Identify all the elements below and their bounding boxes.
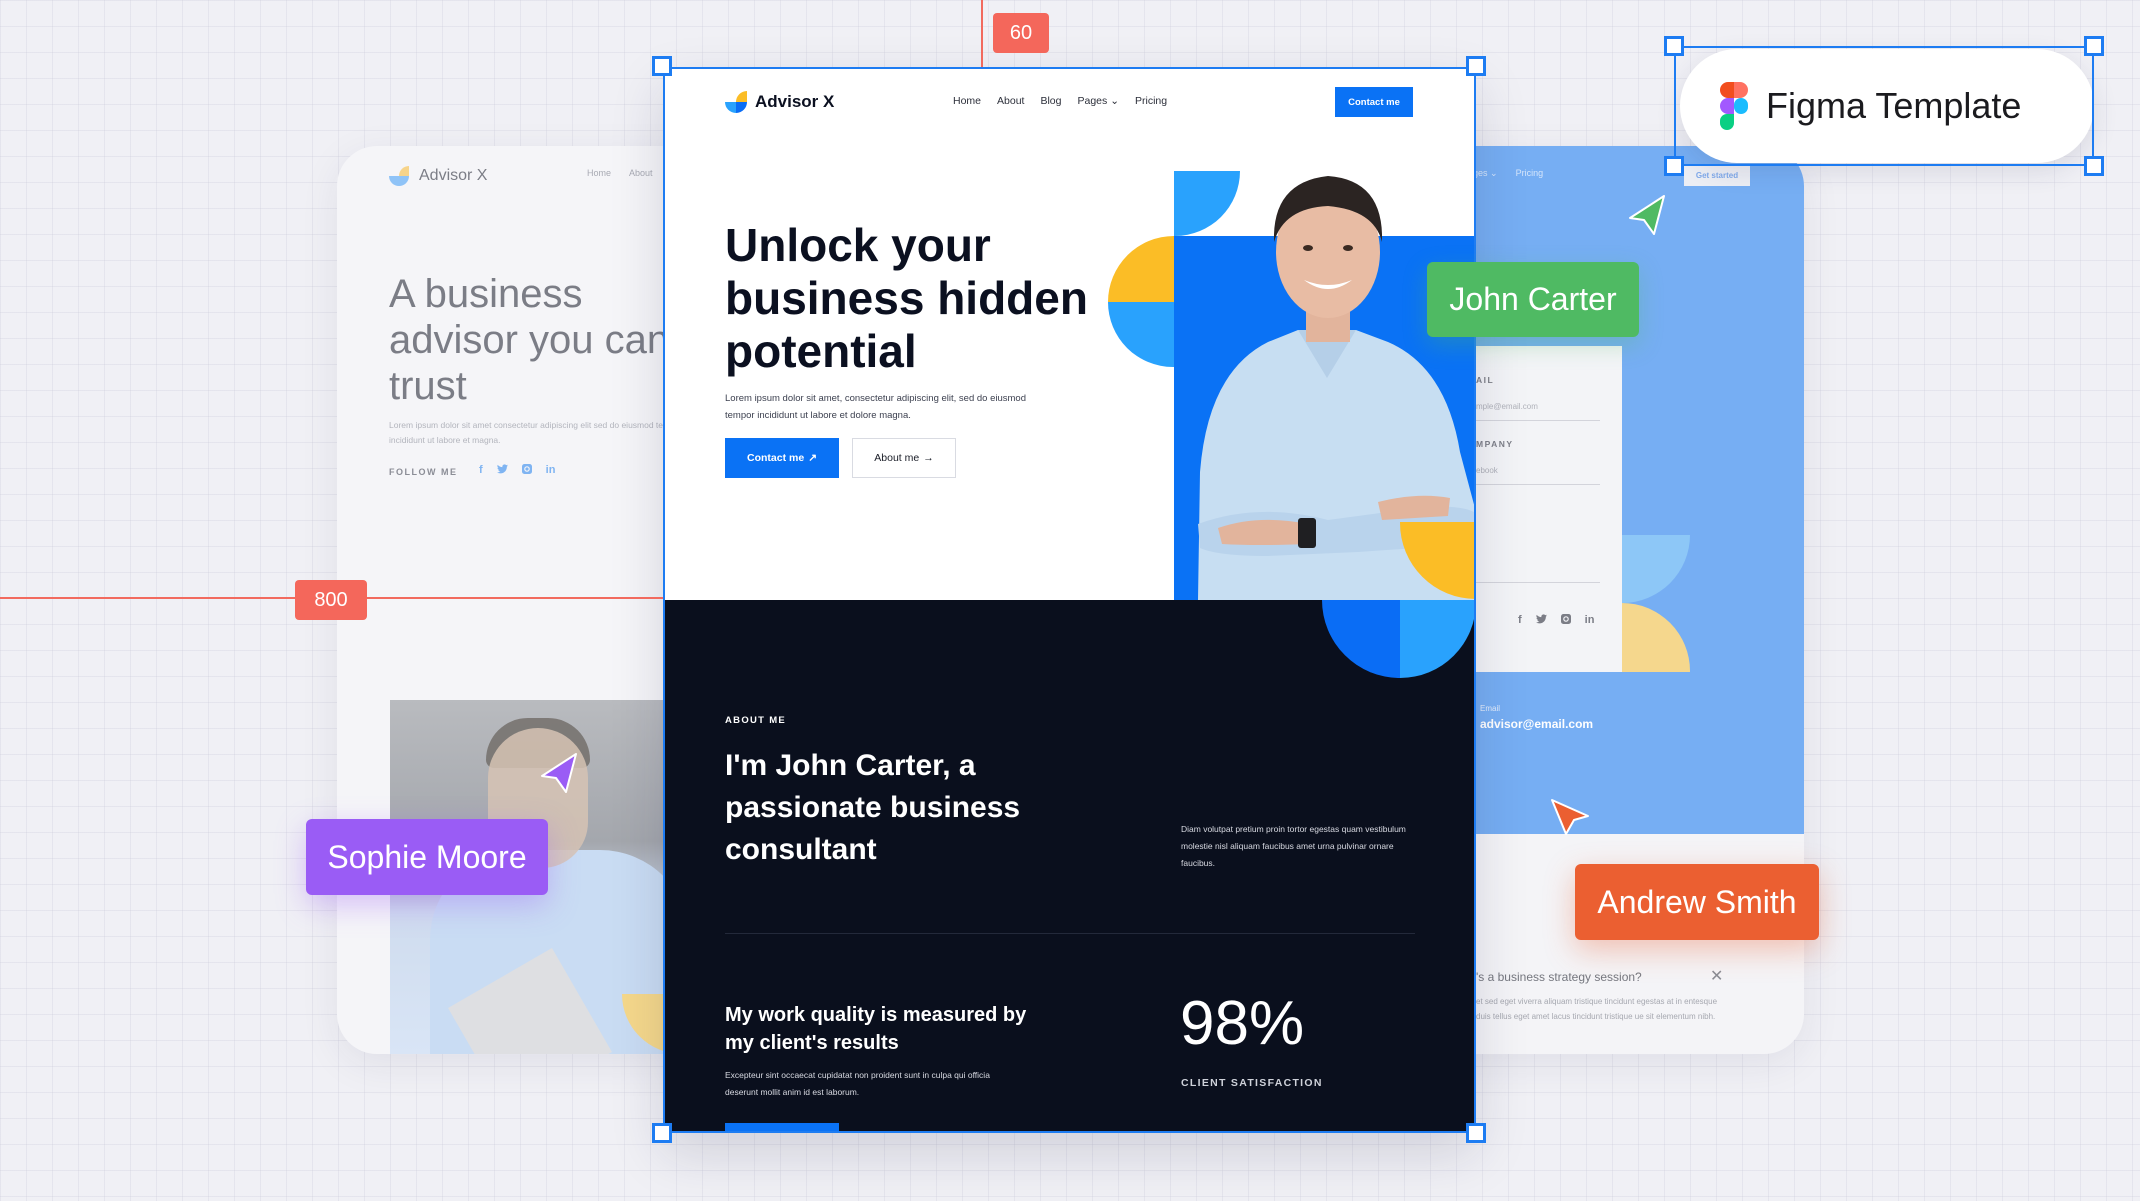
cursor-arrow-icon (1629, 195, 1665, 235)
nav-pages[interactable]: Pages ⌄ (1077, 95, 1119, 107)
left-card-nav-about[interactable]: About (629, 168, 653, 178)
twitter-icon[interactable] (1535, 614, 1547, 627)
email-field[interactable]: mple@email.com (1476, 402, 1538, 411)
resize-handle-top-right[interactable] (2084, 36, 2104, 56)
nav-contact-button[interactable]: Contact me (1335, 87, 1413, 117)
faq-answer: et sed eget viverra aliquam tristique ti… (1476, 997, 1718, 1021)
chevron-down-icon: ⌄ (1490, 168, 1498, 178)
email-field-label: AIL (1476, 375, 1495, 385)
left-card-logo-text: Advisor X (419, 167, 488, 184)
nav-pricing[interactable]: Pricing (1135, 95, 1167, 107)
quality-title: My work quality is measured by my client… (725, 1004, 1027, 1054)
follow-me-label: FOLLOW ME (389, 467, 458, 477)
company-field[interactable]: ebook (1476, 466, 1498, 475)
resize-handle-bottom-right[interactable] (1466, 1123, 1486, 1143)
ruler-badge-800: 800 (295, 580, 367, 620)
resize-handle-bottom-left[interactable] (1664, 156, 1684, 176)
right-card-nav-pricing[interactable]: Pricing (1516, 168, 1544, 179)
nav-home[interactable]: Home (953, 95, 981, 107)
instagram-icon[interactable] (1560, 614, 1571, 627)
about-me-button[interactable]: About me → (852, 438, 956, 478)
company-field-label: MPANY (1476, 439, 1514, 449)
close-icon[interactable]: ✕ (1710, 966, 1723, 986)
about-description: Diam volutpat pretium proin tortor egest… (1181, 824, 1406, 868)
cursor-arrow-icon (541, 753, 577, 793)
quality-description: Excepteur sint occaecat cupidatat non pr… (725, 1070, 990, 1097)
left-card-title: A business advisor you can trust (389, 272, 670, 408)
resize-handle-bottom-right[interactable] (2084, 156, 2104, 176)
decorative-quarter-circle (1108, 302, 1174, 367)
chevron-down-icon: ⌄ (1110, 95, 1119, 107)
email-link[interactable]: advisor@email.com (1480, 717, 1593, 731)
contact-me-label: Contact me (747, 452, 805, 464)
resize-handle-top-left[interactable] (1664, 36, 1684, 56)
arrow-up-right-icon: ↗ (808, 452, 817, 464)
cursor-arrow-icon (1551, 799, 1589, 835)
nav-blog[interactable]: Blog (1040, 95, 1061, 107)
facebook-icon[interactable]: f (479, 464, 483, 477)
left-card-logo: Advisor X (389, 166, 487, 186)
figma-badge-selection-frame (1674, 46, 2094, 166)
resize-handle-bottom-left[interactable] (652, 1123, 672, 1143)
left-card-social-links: f in (479, 464, 555, 477)
twitter-icon[interactable] (496, 464, 508, 477)
email-field-underline (1476, 420, 1600, 421)
company-field-underline (1476, 484, 1600, 485)
collaborator-label-andrew-smith: Andrew Smith (1575, 864, 1819, 940)
main-page-frame[interactable]: Advisor X Home About Blog Pages ⌄ Pricin… (663, 67, 1476, 1133)
resize-handle-top-left[interactable] (652, 56, 672, 76)
collaborator-label-john-carter: John Carter (1427, 262, 1639, 337)
client-satisfaction-stat: 98% (1180, 989, 1305, 1058)
right-card-nav: ages ⌄ Pricing (1468, 168, 1543, 179)
left-card-nav: Home About (587, 168, 653, 178)
instagram-icon[interactable] (521, 464, 532, 477)
site-logo-text: Advisor X (755, 92, 835, 111)
resize-handle-top-right[interactable] (1466, 56, 1486, 76)
left-card-nav-home[interactable]: Home (587, 168, 611, 178)
contact-form: AIL mple@email.com MPANY ebook f in (1476, 346, 1622, 672)
linkedin-icon[interactable]: in (546, 464, 556, 477)
section-divider (725, 933, 1415, 934)
facebook-icon[interactable]: f (1518, 614, 1522, 627)
hero-title: Unlock your business hidden potential (725, 219, 1088, 377)
ruler-badge-60: 60 (993, 13, 1049, 53)
advisor-logo-icon (389, 166, 409, 186)
site-logo[interactable]: Advisor X (725, 91, 834, 113)
right-card-social-links: f in (1518, 614, 1594, 627)
get-started-button[interactable]: Get started (1684, 164, 1750, 186)
hero-subtitle: Lorem ipsum dolor sit amet, consectetur … (725, 393, 1026, 421)
arrow-right-icon: → (923, 452, 934, 464)
main-nav: Home About Blog Pages ⌄ Pricing (953, 95, 1167, 107)
ruler-guide-vertical (981, 0, 983, 67)
message-field-underline[interactable] (1476, 582, 1600, 583)
about-eyebrow: ABOUT ME (725, 715, 787, 726)
client-satisfaction-label: CLIENT SATISFACTION (1181, 1077, 1323, 1089)
contact-me-button[interactable]: Contact me ↗ (725, 438, 839, 478)
about-title: I'm John Carter, a passionate business c… (725, 749, 1021, 866)
advisor-logo-icon (725, 91, 747, 113)
about-me-label: About me (874, 452, 920, 464)
email-label: Email (1480, 704, 1501, 713)
linkedin-icon[interactable]: in (1585, 614, 1595, 627)
nav-about[interactable]: About (997, 95, 1024, 107)
faq-question[interactable]: 's a business strategy session? (1476, 970, 1642, 984)
collaborator-label-sophie-moore: Sophie Moore (306, 819, 548, 895)
decorative-quarter-circle (1108, 236, 1174, 302)
left-card-subtitle: Lorem ipsum dolor sit amet consectetur a… (389, 420, 683, 445)
cta-button-partial[interactable] (725, 1123, 839, 1133)
